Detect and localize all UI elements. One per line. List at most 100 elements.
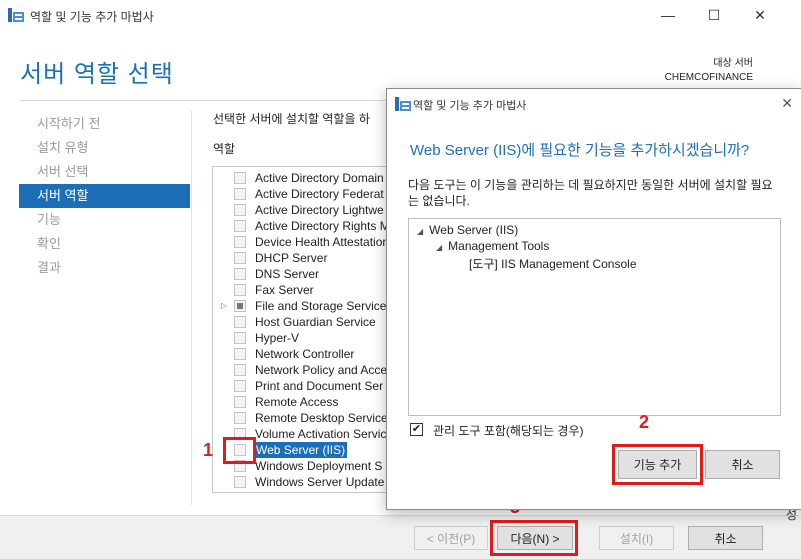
annotation-box-2 [612,444,703,485]
role-item[interactable]: ▷ File and Storage Service [213,298,387,314]
role-item[interactable]: Remote Desktop Service [213,410,387,426]
role-item[interactable]: Active Directory Federat [213,186,387,202]
role-checkbox[interactable] [234,300,246,312]
tree-item-management-tools[interactable]: ◢ Management Tools [436,239,549,253]
tree-item-label: Web Server (IIS) [429,223,519,237]
install-button[interactable]: 설치(I) [599,526,674,550]
title-bar: 역할 및 기능 추가 마법사 — ☐ ✕ [0,0,801,30]
role-checkbox[interactable] [234,188,246,200]
dialog-title: 역할 및 기능 추가 마법사 [413,100,527,112]
nav-item-server-roles[interactable]: 서버 역할 [19,184,190,208]
dialog-heading: Web Server (IIS)에 필요한 기능을 추가하시겠습니까? [410,142,750,159]
role-item[interactable]: Network Controller [213,346,387,362]
role-checkbox[interactable] [234,268,246,280]
nav-item-server-selection[interactable]: 서버 선택 [19,160,190,184]
role-checkbox[interactable] [234,204,246,216]
role-label: Remote Desktop Service [255,411,388,425]
include-tools-checkbox[interactable]: ✔ [410,423,423,436]
page-description: 선택한 서버에 설치할 역할을 하 [213,112,370,126]
target-server-label: 대상 서버 [713,58,753,69]
tree-item-label: [도구] IIS Management Console [469,257,637,271]
role-item[interactable]: DNS Server [213,266,387,282]
nav-item-installation-type[interactable]: 설치 유형 [19,136,190,160]
role-item[interactable]: Hyper-V [213,330,387,346]
role-label: Network Policy and Acce [255,363,388,377]
server-manager-icon [395,97,411,111]
tree-item-web-server[interactable]: ◢ Web Server (IIS) [417,223,518,237]
role-label: Web Server (IIS) [254,442,348,458]
role-item[interactable]: Device Health Attestation [213,234,387,250]
add-features-dialog: 역할 및 기능 추가 마법사 ✕ Web Server (IIS)에 필요한 기… [386,88,801,510]
role-checkbox[interactable] [234,396,246,408]
role-label: DNS Server [255,267,320,281]
role-label: File and Storage Service [255,299,387,313]
role-item[interactable]: Print and Document Ser [213,378,387,394]
roles-header: 역할 [213,142,236,156]
role-checkbox[interactable] [234,236,246,248]
role-checkbox[interactable] [234,252,246,264]
role-label: Hyper-V [255,331,300,345]
role-checkbox[interactable] [234,476,246,488]
role-label: Device Health Attestation [255,235,388,249]
role-checkbox[interactable] [234,332,246,344]
page-title: 서버 역할 선택 [20,61,174,88]
expanded-triangle-icon[interactable]: ◢ [417,227,423,236]
role-label: Volume Activation Servic [255,427,387,441]
role-item[interactable]: Network Policy and Acce [213,362,387,378]
target-server-info: 대상 서버 CHEMCOFINANCE [665,57,753,85]
features-tree[interactable]: ◢ Web Server (IIS) ◢ Management Tools [도구]… [408,218,781,416]
role-checkbox[interactable] [234,172,246,184]
role-checkbox[interactable] [234,364,246,376]
cancel-button[interactable]: 취소 [688,526,763,550]
server-manager-icon [8,8,24,22]
role-label: Windows Server Update [255,475,385,489]
role-item[interactable]: DHCP Server [213,250,387,266]
role-label: Print and Document Ser [255,379,384,393]
expand-arrow-icon[interactable]: ▷ [221,298,227,314]
annotation-box-3 [490,520,578,556]
role-checkbox[interactable] [234,380,246,392]
tree-item-label: Management Tools [448,239,550,253]
minimize-button[interactable]: — [645,0,691,30]
role-label: Active Directory Federat [255,187,384,201]
role-label: DHCP Server [255,251,328,265]
role-checkbox[interactable] [234,348,246,360]
role-item[interactable]: Host Guardian Service [213,314,387,330]
tree-item-iis-console[interactable]: [도구] IIS Management Console [469,255,637,272]
previous-button[interactable]: < 이전(P) [414,526,488,550]
role-label: Network Controller [255,347,355,361]
role-checkbox[interactable] [234,412,246,424]
dialog-title-bar: 역할 및 기능 추가 마법사 ✕ [387,89,801,119]
wizard-nav: 시작하기 전 설치 유형 서버 선택 서버 역할 기능 확인 결과 [19,112,190,280]
nav-item-confirmation[interactable]: 확인 [19,232,190,256]
role-label: Active Directory Domain [255,171,384,185]
dialog-description: 다음 도구는 이 기능을 관리하는 데 필요하지만 동일한 서버에 설치할 필요… [408,178,773,208]
role-item[interactable]: Active Directory Domain [213,170,387,186]
role-label: Active Directory Lightwe [255,203,384,217]
annotation-box-1 [223,437,256,464]
annotation-number-1: 1 [203,440,214,460]
role-label: Host Guardian Service [255,315,376,329]
dialog-close-button[interactable]: ✕ [781,95,793,112]
nav-item-features[interactable]: 기능 [19,208,190,232]
role-item[interactable]: Fax Server [213,282,387,298]
dialog-cancel-button[interactable]: 취소 [705,450,780,479]
include-tools-label: 관리 도구 포함(해당되는 경우) [433,424,584,438]
role-checkbox[interactable] [234,220,246,232]
role-checkbox[interactable] [234,284,246,296]
close-button[interactable]: ✕ [737,0,783,30]
role-label: Active Directory Rights M [255,219,388,233]
role-item[interactable]: Active Directory Rights M [213,218,387,234]
target-server-name: CHEMCOFINANCE [664,72,753,83]
nav-item-before-you-begin[interactable]: 시작하기 전 [19,112,190,136]
expanded-triangle-icon[interactable]: ◢ [436,243,442,252]
maximize-button[interactable]: ☐ [691,0,737,30]
nav-item-results[interactable]: 결과 [19,256,190,280]
role-item[interactable]: Windows Server Update [213,474,387,490]
role-checkbox[interactable] [234,316,246,328]
role-item[interactable]: Remote Access [213,394,387,410]
annotation-number-2: 2 [639,412,650,432]
role-label: Windows Deployment S [255,459,383,473]
role-label: Remote Access [255,395,339,409]
role-item[interactable]: Active Directory Lightwe [213,202,387,218]
